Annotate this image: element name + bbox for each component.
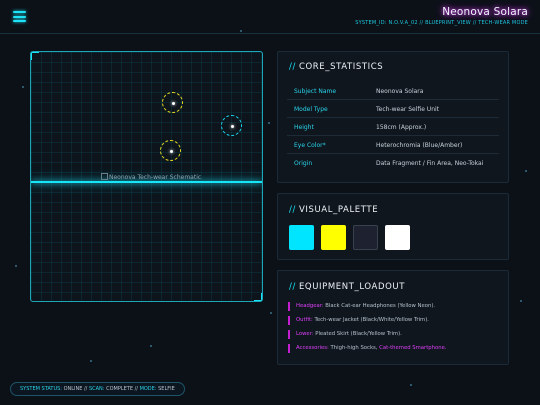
stat-value: 158cm (Approx.) bbox=[376, 124, 427, 131]
corner-bracket-bottom-right bbox=[254, 293, 262, 301]
hotspot-marker-cyan[interactable] bbox=[221, 115, 242, 136]
equipment-item-headgear: Headgear: Black Cat-ear Headphones (Yell… bbox=[288, 302, 435, 311]
corner-bracket-top-left bbox=[31, 52, 39, 60]
page-title: Neonova Solara bbox=[442, 6, 528, 18]
color-swatch-yellow[interactable] bbox=[321, 225, 346, 250]
equipment-item-lower: Lower: Pleated Skirt (Black/Yellow Trim)… bbox=[288, 330, 402, 339]
stat-label: Origin bbox=[294, 160, 313, 167]
schematic-viewer: Neonova Tech-wear Schematic bbox=[30, 51, 263, 302]
core-statistics-title: //CORE_STATISTICS bbox=[289, 62, 384, 72]
scan-line bbox=[31, 181, 262, 183]
stat-row: Subject Name Neonova Solara bbox=[287, 82, 499, 100]
equipment-item-accessories: Accessories: Thigh-high Socks, Cat-theme… bbox=[288, 344, 447, 353]
schematic-image-broken: Neonova Tech-wear Schematic bbox=[101, 173, 201, 181]
stat-label: Subject Name bbox=[294, 88, 337, 95]
color-swatch-white[interactable] bbox=[385, 225, 410, 250]
stat-value: Data Fragment / Fin Area, Neo-Tokai bbox=[376, 160, 484, 167]
color-swatch-cyan[interactable] bbox=[289, 225, 314, 250]
top-header: Neonova Solara SYSTEM_ID: N.O.V.A_02 // … bbox=[0, 0, 540, 34]
color-swatch-dark[interactable] bbox=[353, 225, 378, 250]
stat-value: Heterochromia (Blue/Amber) bbox=[376, 142, 463, 149]
equipment-item-outfit: Outfit: Tech-wear Jacket (Black/White/Ye… bbox=[288, 316, 429, 325]
equipment-loadout-panel: //EQUIPMENT_LOADOUT Headgear: Black Cat-… bbox=[277, 270, 509, 365]
hotspot-marker-yellow[interactable] bbox=[160, 140, 181, 161]
visual-palette-panel: //VISUAL_PALETTE bbox=[277, 193, 509, 260]
stat-row: Eye Color* Heterochromia (Blue/Amber) bbox=[287, 136, 499, 154]
hotspot-marker-yellow[interactable] bbox=[162, 92, 183, 113]
visual-palette-title: //VISUAL_PALETTE bbox=[289, 205, 379, 215]
stat-label: Eye Color* bbox=[294, 142, 326, 149]
stat-value: Tech-wear Selfie Unit bbox=[376, 106, 440, 113]
stat-row: Model Type Tech-wear Selfie Unit bbox=[287, 100, 499, 118]
stat-label: Height bbox=[294, 124, 314, 131]
menu-icon[interactable] bbox=[13, 11, 26, 22]
system-id-subtitle: SYSTEM_ID: N.O.V.A_02 // BLUEPRINT_VIEW … bbox=[355, 20, 528, 26]
stat-row: Origin Data Fragment / Fin Area, Neo-Tok… bbox=[287, 154, 499, 172]
brand-block: Neonova Solara SYSTEM_ID: N.O.V.A_02 // … bbox=[355, 6, 528, 26]
stat-label: Model Type bbox=[294, 106, 328, 113]
system-status-bar: SYSTEM STATUS: ONLINE // SCAN: COMPLETE … bbox=[10, 382, 185, 396]
core-statistics-panel: //CORE_STATISTICS Subject Name Neonova S… bbox=[277, 51, 509, 183]
stat-value: Neonova Solara bbox=[376, 88, 424, 95]
stat-row: Height 158cm (Approx.) bbox=[287, 118, 499, 136]
equipment-loadout-title: //EQUIPMENT_LOADOUT bbox=[289, 282, 405, 292]
